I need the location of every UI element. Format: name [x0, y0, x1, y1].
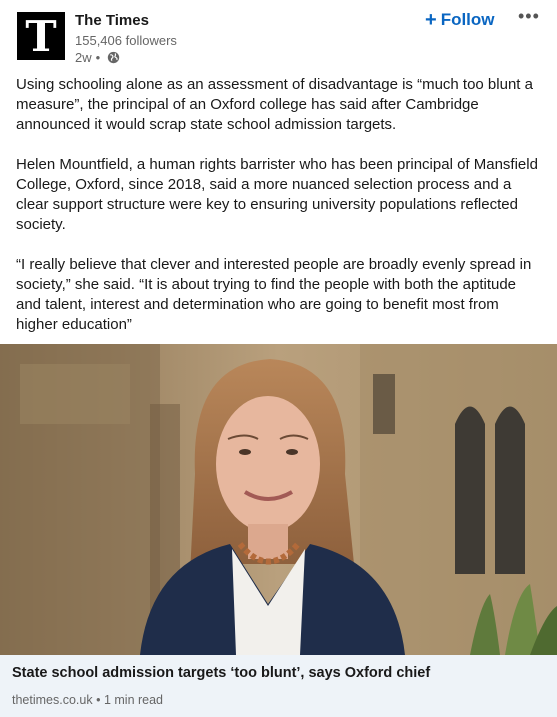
post-paragraph: Using schooling alone as an assessment o…	[16, 76, 533, 133]
meta-dot: •	[96, 693, 101, 707]
follow-label: Follow	[440, 10, 495, 29]
org-name[interactable]: The Times	[75, 12, 149, 29]
post-paragraph: Helen Mountfield, a human rights barrist…	[16, 156, 538, 233]
post-meta: 2w •	[75, 50, 120, 65]
logo-letter: T	[25, 12, 57, 61]
follow-button[interactable]: + Follow	[425, 8, 495, 32]
more-options-button[interactable]: •••	[518, 6, 540, 27]
read-time: 1 min read	[103, 693, 164, 707]
post-body: Using schooling alone as an assessment o…	[16, 75, 538, 355]
globe-icon	[107, 51, 120, 64]
plus-icon: +	[425, 9, 437, 31]
article-image[interactable]	[0, 344, 557, 655]
the-times-logo[interactable]: T	[17, 12, 65, 60]
post-header: T The Times 155,406 followers 2w • + Fol…	[0, 0, 557, 66]
article-meta: thetimes.co.uk • 1 min read	[12, 693, 545, 707]
follower-count: 155,406 followers	[75, 33, 177, 48]
article-title[interactable]: State school admission targets ‘too blun…	[12, 665, 545, 681]
feed-post-card: T The Times 155,406 followers 2w • + Fol…	[0, 0, 557, 717]
meta-separator: •	[95, 50, 101, 65]
article-source: thetimes.co.uk	[12, 693, 93, 707]
post-time: 2w	[75, 50, 92, 65]
post-paragraph: “I really believe that clever and intere…	[16, 256, 532, 333]
article-preview[interactable]: State school admission targets ‘too blun…	[0, 655, 557, 717]
